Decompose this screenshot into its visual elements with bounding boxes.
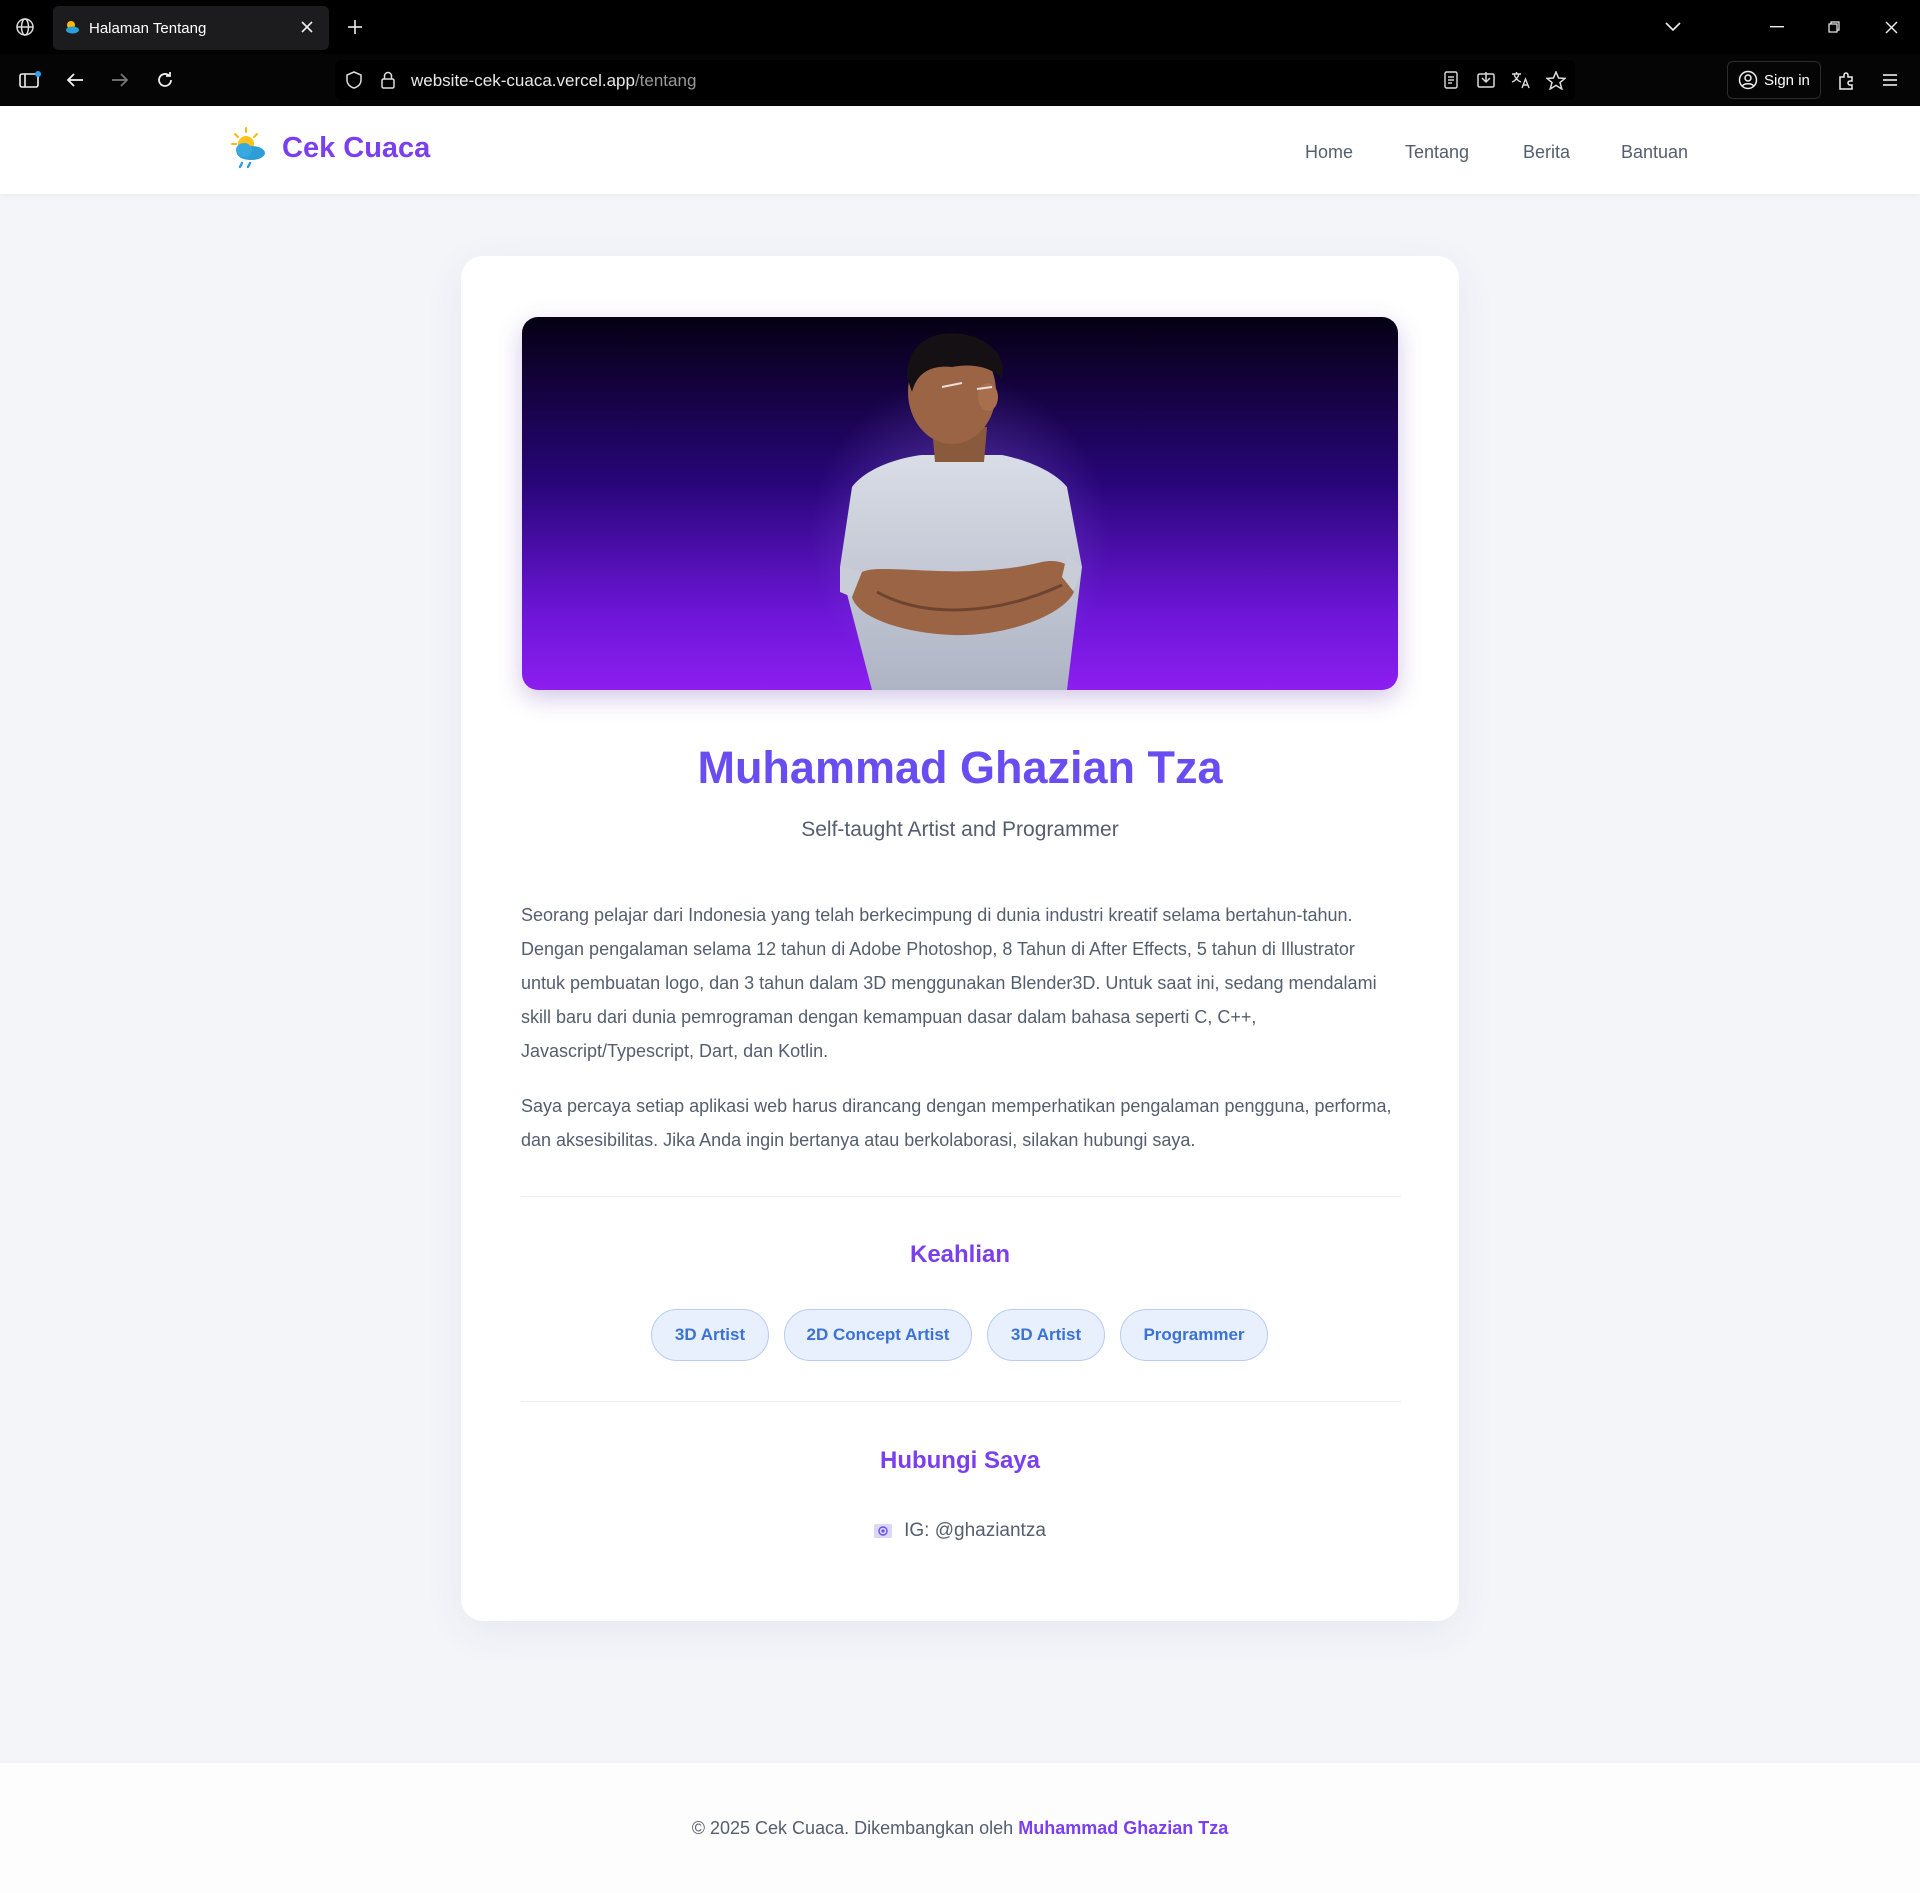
camera-icon <box>874 1524 893 1538</box>
account-icon <box>1738 70 1758 90</box>
weather-logo-icon <box>231 127 265 169</box>
section-divider <box>521 1401 1401 1402</box>
reader-view-icon[interactable] <box>1440 69 1462 91</box>
lock-icon[interactable] <box>377 69 399 91</box>
profile-card: Muhammad Ghazian Tza Self-taught Artist … <box>461 256 1459 1621</box>
contact-instagram[interactable]: IG: @ghaziantza <box>461 1520 1459 1542</box>
bio-paragraph-2: Saya percaya setiap aplikasi web harus d… <box>521 1096 1392 1150</box>
reload-icon[interactable] <box>153 68 177 92</box>
close-window-icon[interactable] <box>1880 16 1902 38</box>
extensions-icon[interactable] <box>1834 68 1858 92</box>
footer-author-link[interactable]: Muhammad Ghazian Tza <box>1018 1818 1228 1838</box>
skill-chip: Programmer <box>1120 1309 1268 1361</box>
section-divider <box>521 1196 1401 1197</box>
bio-paragraph-1: Seorang pelajar dari Indonesia yang tela… <box>521 905 1377 1061</box>
download-icon[interactable] <box>1475 69 1497 91</box>
sign-in-label: Sign in <box>1764 71 1810 89</box>
tab-title: Halaman Tentang <box>89 19 207 37</box>
new-tab-icon[interactable] <box>344 16 366 38</box>
skill-chip: 3D Artist <box>987 1309 1105 1361</box>
tab-list-chevron-icon[interactable] <box>1662 16 1684 38</box>
translate-icon[interactable] <box>1510 69 1532 91</box>
url-text[interactable]: website-cek-cuaca.vercel.app/tentang <box>411 71 696 91</box>
globe-icon[interactable] <box>14 16 36 38</box>
nav-bantuan[interactable]: Bantuan <box>1621 142 1688 163</box>
forward-arrow-icon[interactable] <box>108 68 132 92</box>
shield-icon[interactable] <box>343 69 365 91</box>
nav-home[interactable]: Home <box>1305 142 1353 163</box>
footer-text: © 2025 Cek Cuaca. Dikembangkan oleh Muha… <box>691 1818 1229 1838</box>
instagram-handle: IG: @ghaziantza <box>904 1520 1046 1541</box>
sidebar-toggle-icon[interactable] <box>18 68 42 92</box>
logo-text: Cek Cuaca <box>282 131 431 164</box>
bookmark-star-icon[interactable] <box>1545 69 1567 91</box>
browser-tab-active[interactable]: Halaman Tentang <box>53 6 329 50</box>
profile-portrait-illustration <box>810 333 1110 690</box>
profile-hero-image <box>522 317 1398 690</box>
address-bar[interactable]: website-cek-cuaca.vercel.app/tentang <box>335 60 1575 100</box>
weather-favicon-icon <box>63 19 81 37</box>
skill-chip: 2D Concept Artist <box>784 1309 972 1361</box>
sign-in-button[interactable]: Sign in <box>1727 61 1821 99</box>
skill-chip: 3D Artist <box>651 1309 769 1361</box>
profile-subtitle: Self-taught Artist and Programmer <box>801 818 1119 841</box>
close-tab-icon[interactable] <box>297 17 317 37</box>
contact-title: Hubungi Saya <box>879 1447 1041 1474</box>
menu-hamburger-icon[interactable] <box>1878 68 1902 92</box>
back-arrow-icon[interactable] <box>63 68 87 92</box>
nav-berita[interactable]: Berita <box>1523 142 1570 163</box>
browser-tab-strip: Halaman Tentang <box>0 0 1920 54</box>
site-logo[interactable]: Cek Cuaca <box>230 126 430 170</box>
profile-name: Muhammad Ghazian Tza <box>697 742 1223 793</box>
skills-title: Keahlian <box>909 1241 1011 1268</box>
nav-tentang[interactable]: Tentang <box>1405 142 1469 163</box>
minimize-icon[interactable] <box>1766 16 1788 38</box>
site-footer: © 2025 Cek Cuaca. Dikembangkan oleh Muha… <box>0 1763 1920 1893</box>
site-header: Cek Cuaca Home Tentang Berita Bantuan <box>0 106 1920 194</box>
restore-icon[interactable] <box>1823 16 1845 38</box>
